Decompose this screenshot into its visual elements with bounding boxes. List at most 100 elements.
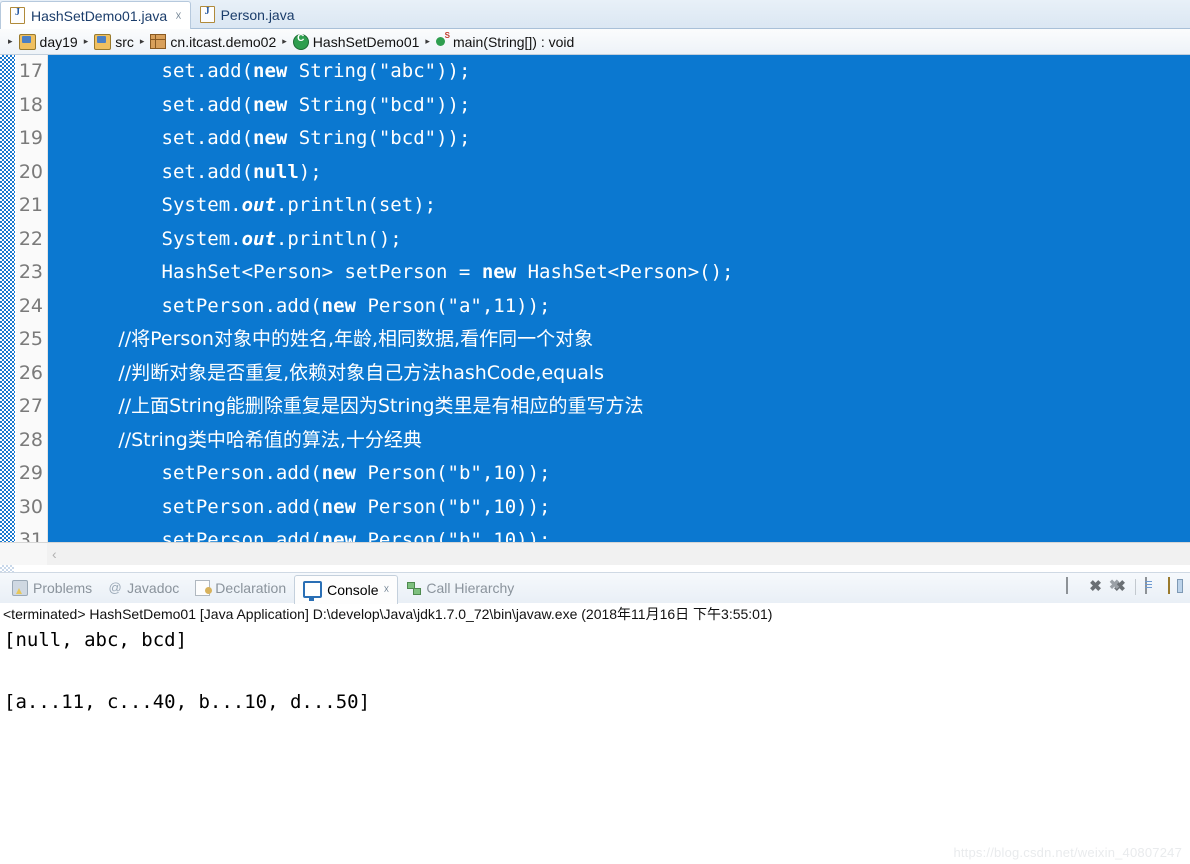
remove-launch-button[interactable] — [1087, 578, 1104, 595]
code-line[interactable]: setPerson.add(new Person("b",10)); — [48, 457, 1190, 491]
code-line[interactable]: setPerson.add(new Person("a",11)); — [48, 290, 1190, 324]
code-token: new — [253, 60, 288, 82]
scroll-lock-button[interactable] — [1167, 577, 1184, 595]
editor-bottom-divider — [0, 565, 1190, 573]
editor-tab-hashsetdemo01[interactable]: HashSetDemo01.java ☓ — [0, 1, 191, 29]
code-token: String("abc")); — [287, 60, 471, 82]
breadcrumb-item-method[interactable]: main(String[]) : void — [435, 31, 574, 50]
code-token: new — [321, 495, 356, 518]
stop-square-icon — [1066, 577, 1068, 594]
line-number: 20 — [18, 160, 43, 183]
code-token: .println(set); — [275, 194, 437, 216]
chevron-right-icon: ▸ — [139, 36, 145, 46]
code-token: HashSet<Person>(); — [516, 261, 734, 283]
breadcrumb-label: day19 — [39, 33, 78, 50]
console-output-text[interactable]: [null, abc, bcd] [a...11, c...40, b...10… — [0, 625, 1190, 718]
close-icon[interactable]: ☓ — [384, 583, 390, 596]
tab-label: Problems — [33, 580, 93, 596]
tab-console[interactable]: Console ☓ — [294, 574, 399, 604]
chevron-left-icon[interactable]: ‹ — [47, 546, 57, 562]
code-editor[interactable]: 17 18 19 20 21 22 23 24 25 26 27 28 29 30 31 set.add(n… — [0, 55, 1190, 542]
tab-javadoc[interactable]: Javadoc — [100, 575, 187, 601]
code-token: setPerson.add( — [70, 294, 322, 317]
code-token: set.add( — [70, 127, 254, 149]
code-token: setPerson.add( — [70, 462, 322, 484]
code-line[interactable]: set.add(new String("abc")); — [48, 55, 1190, 89]
code-line[interactable]: set.add(null); — [48, 156, 1190, 190]
line-number: 30 — [18, 495, 43, 518]
code-token: //String类中哈希值的算法,十分经典 — [70, 428, 422, 451]
java-file-icon — [199, 6, 215, 23]
terminate-button[interactable] — [1063, 577, 1080, 595]
code-token: Person("b",10)); — [356, 529, 551, 542]
code-line[interactable]: //上面String能删除重复是因为String类里是有相应的重写方法 — [48, 390, 1190, 424]
editor-tab-person[interactable]: Person.java — [191, 1, 303, 28]
chevron-right-icon: ▸ — [8, 36, 13, 46]
code-token: new — [321, 462, 356, 484]
close-icon[interactable]: ☓ — [175, 10, 181, 22]
breadcrumb-label: src — [115, 33, 134, 50]
tab-label: Console — [327, 581, 379, 598]
code-token: setPerson.add( — [70, 495, 322, 518]
line-number-ruler: 17 18 19 20 21 22 23 24 25 26 27 28 29 30 31 — [16, 55, 48, 542]
code-line[interactable]: HashSet<Person> setPerson = new HashSet<… — [48, 256, 1190, 290]
tab-declaration[interactable]: Declaration — [187, 575, 294, 601]
code-token: new — [253, 127, 288, 149]
tab-problems[interactable]: Problems — [4, 575, 100, 601]
tab-label: Call Hierarchy — [426, 580, 515, 596]
breadcrumb-label: cn.itcast.demo02 — [170, 33, 277, 50]
console-output-line: [a...11, c...40, b...10, d...50] — [4, 691, 371, 713]
declaration-icon — [195, 580, 213, 596]
code-line[interactable]: System.out.println(set); — [48, 189, 1190, 223]
editor-marker-bar[interactable] — [0, 55, 16, 542]
toolbar-separator — [1135, 578, 1136, 595]
code-token: Person("b",10)); — [356, 495, 551, 518]
tab-label: Declaration — [215, 580, 287, 596]
clear-console-button[interactable] — [1143, 577, 1160, 595]
breadcrumb-item-project[interactable]: day19 — [18, 33, 78, 50]
line-number: 21 — [18, 194, 43, 216]
java-file-icon — [10, 7, 25, 24]
call-hierarchy-icon — [406, 581, 422, 595]
code-line[interactable]: set.add(new String("bcd")); — [48, 122, 1190, 156]
javadoc-icon — [108, 581, 122, 595]
breadcrumb: ▸ day19 ▸ src ▸ cn.itcast.demo02 ▸ HashS… — [0, 29, 1190, 55]
console-output-line: [null, abc, bcd] — [4, 629, 188, 651]
code-token: Person("a",11)); — [356, 294, 551, 317]
chevron-right-icon: ▸ — [425, 36, 430, 46]
code-token: System. — [70, 227, 242, 250]
code-token: set.add( — [70, 60, 254, 82]
code-token: System. — [70, 194, 242, 216]
code-line[interactable]: //判断对象是否重复,依赖对象自己方法hashCode,equals — [48, 357, 1190, 391]
code-token: String("bcd")); — [287, 127, 471, 149]
clear-console-icon — [1145, 577, 1147, 594]
tab-call-hierarchy[interactable]: Call Hierarchy — [398, 575, 522, 601]
line-number: 24 — [18, 294, 43, 317]
package-icon — [150, 34, 167, 49]
code-line[interactable]: setPerson.add(new Person("b",10)); — [48, 524, 1190, 542]
code-line[interactable]: System.out.println(); — [48, 223, 1190, 257]
breadcrumb-item-class[interactable]: HashSetDemo01 — [292, 33, 420, 50]
editor-horizontal-scrollbar[interactable]: ‹ — [0, 542, 1190, 565]
line-number: 19 — [18, 127, 43, 149]
code-token: .println(); — [275, 227, 402, 250]
code-line[interactable]: set.add(new String("bcd")); — [48, 89, 1190, 123]
editor-tab-label: HashSetDemo01.java — [31, 7, 168, 24]
editor-tab-bar: HashSetDemo01.java ☓ Person.java — [0, 0, 1190, 29]
breadcrumb-label: HashSetDemo01 — [312, 33, 420, 50]
breadcrumb-item-src[interactable]: src — [94, 33, 134, 50]
tab-label: Javadoc — [127, 580, 180, 596]
code-line[interactable]: setPerson.add(new Person("b",10)); — [48, 491, 1190, 525]
code-token: //上面String能删除重复是因为String类里是有相应的重写方法 — [70, 395, 644, 417]
line-number: 26 — [18, 361, 43, 384]
line-number: 28 — [18, 428, 43, 451]
code-text-area[interactable]: set.add(new String("abc")); set.add(new … — [48, 55, 1190, 542]
code-line[interactable]: //String类中哈希值的算法,十分经典 — [48, 424, 1190, 458]
remove-all-terminated-button[interactable] — [1109, 576, 1128, 595]
code-token: null — [253, 160, 299, 183]
breadcrumb-item-package[interactable]: cn.itcast.demo02 — [150, 34, 276, 50]
console-toolbar — [1063, 576, 1184, 595]
console-panel: Problems Javadoc Declaration Console ☓ C… — [0, 573, 1190, 718]
class-icon — [292, 33, 309, 50]
code-line[interactable]: //将Person对象中的姓名,年龄,相同数据,看作同一个对象 — [48, 323, 1190, 357]
